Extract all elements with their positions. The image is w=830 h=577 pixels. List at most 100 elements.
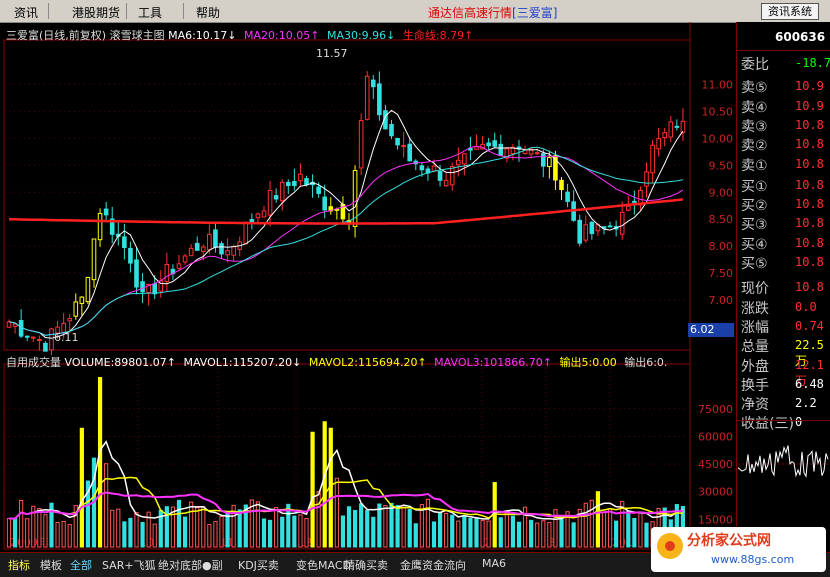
- volume-axis-tick: 30000: [698, 486, 733, 499]
- volume-axis-tick: 75000: [698, 403, 733, 416]
- quote-value: 0.0: [795, 299, 817, 314]
- quote-value: 10.9: [795, 79, 824, 94]
- quote-value: -18.71: [795, 56, 830, 70]
- price-axis-tick: 11.00: [702, 78, 734, 91]
- output6-value: 输出6:0.: [624, 356, 668, 369]
- ma30-value: MA30:9.96↓: [326, 29, 396, 42]
- watermark-logo: 分析家公式网 www.88gs.com: [651, 527, 826, 572]
- quote-row: 涨幅 0.74: [739, 317, 830, 336]
- stock-code: 600636: [775, 30, 826, 44]
- quote-value: 6.48: [795, 376, 824, 391]
- menu-item-tools[interactable]: 工具: [138, 4, 162, 21]
- quote-label: 涨跌: [741, 300, 769, 317]
- quote-label: 买④: [741, 236, 768, 253]
- quote-value: 10.8: [795, 216, 824, 231]
- ma20-value: MA20:10.05↑: [244, 29, 320, 42]
- quote-label: 卖②: [741, 138, 768, 155]
- watermark-url: www.88gs.com: [711, 553, 795, 566]
- quote-label: 买⑤: [741, 256, 768, 272]
- mavol1-value: MAVOL1:115207.20↓: [183, 356, 302, 369]
- volume-axis-tick: 60000: [698, 430, 733, 443]
- app-title: 通达信高速行情[三爱富]: [428, 6, 558, 20]
- quote-label: 换手: [741, 377, 769, 394]
- quote-row: 卖⑤ 10.9: [739, 77, 830, 96]
- low-price-label: 6.11: [54, 331, 79, 344]
- quote-row: 买④ 10.8: [739, 234, 830, 253]
- quote-label: 买③: [741, 217, 768, 234]
- site-logo-icon: [657, 533, 683, 559]
- panel-divider: [737, 420, 830, 421]
- quote-label: 净资: [741, 397, 769, 414]
- tab-indicator[interactable]: 精确买卖: [344, 557, 388, 573]
- volume-indicator-name: 自用成交量: [6, 356, 61, 369]
- price-axis-tick: 8.00: [709, 240, 734, 253]
- menu-separator: [48, 3, 49, 19]
- price-axis-tick: 7.50: [709, 267, 734, 280]
- menu-item-hk-futures[interactable]: 港股期货: [72, 4, 120, 21]
- price-axis-tick: 9.50: [709, 159, 734, 172]
- quote-row: 买② 10.8: [739, 195, 830, 214]
- panel-divider: [737, 50, 830, 51]
- quote-row: 现价 10.8: [739, 278, 830, 297]
- quote-row: 买① 10.8: [739, 176, 830, 195]
- tab-indicator[interactable]: 绝对底部●副: [158, 557, 223, 573]
- info-system-button[interactable]: 资讯系统: [761, 3, 819, 20]
- tab-indicator[interactable]: 变色MACD: [296, 557, 351, 573]
- quote-value: 10.8: [795, 255, 824, 269]
- tab-indicator[interactable]: SAR+飞狐: [102, 557, 156, 573]
- quote-value: 10.8: [795, 137, 824, 152]
- lifeline-value: 生命线:8.79↑: [402, 29, 474, 42]
- volume-chart-header: 自用成交量 VOLUME:89801.07↑ MAVOL1:115207.20↓…: [6, 354, 667, 370]
- output5-value: 输出5:0.00: [559, 356, 617, 369]
- quote-value: 10.8: [795, 197, 824, 212]
- quote-row: 涨跌 0.0: [739, 298, 830, 317]
- menu-bar: 资讯 港股期货 工具 帮助 通达信高速行情[三爱富] 资讯系统: [0, 0, 830, 23]
- quote-value: 2.2: [795, 396, 817, 411]
- menu-separator: [126, 3, 127, 19]
- mavol2-value: MAVOL2:115694.20↑: [308, 356, 427, 369]
- quote-row: 卖④ 10.9: [739, 97, 830, 116]
- quote-row: 委比 -18.71: [739, 54, 830, 73]
- quote-row: 买⑤ 10.8: [739, 253, 830, 272]
- quote-row: 总量 22.5万: [739, 336, 830, 368]
- quote-value: 10.8: [795, 280, 824, 295]
- price-axis-tick: 10.00: [702, 132, 734, 145]
- quote-row: 卖① 10.8: [739, 155, 830, 174]
- price-axis-tick: 7.00: [709, 294, 734, 307]
- main-chart-header: 三爱富(日线,前复权) 滚雪球主图 MA6:10.17↓ MA20:10.05↑…: [6, 27, 473, 43]
- quote-value: 10.8: [795, 156, 824, 171]
- quote-row: 净资 2.2: [739, 394, 830, 413]
- intraday-mini-chart[interactable]: [738, 424, 830, 524]
- quote-label: 卖⑤: [741, 80, 768, 97]
- quote-value: 0.74: [795, 318, 824, 333]
- menu-separator: [183, 3, 184, 19]
- price-axis-tick: 9.00: [709, 186, 734, 199]
- kline-chart-area[interactable]: 11.00 10.50 10.00 9.50 9.00 8.50 8.00 7.50 7.00 7…: [0, 22, 736, 552]
- mavol3-value: MAVOL3:101866.70↑: [434, 356, 553, 369]
- tab-indicator[interactable]: KDJ买卖: [238, 557, 279, 573]
- quote-row: 买③ 10.8: [739, 214, 830, 233]
- volume-value: VOLUME:89801.07↑: [64, 356, 176, 369]
- quote-label: 卖④: [741, 99, 768, 116]
- tab-indicator[interactable]: 指标: [8, 557, 30, 573]
- quote-label: 外盘: [741, 358, 769, 375]
- quote-label: 卖③: [741, 118, 768, 135]
- quote-row: 外盘 12.1万: [739, 356, 830, 388]
- current-price-marker: 6.02: [688, 323, 734, 337]
- chart-title: 三爱富(日线,前复权) 滚雪球主图: [6, 29, 165, 42]
- quote-row: 换手 6.48: [739, 375, 830, 394]
- quote-value: 10.9: [795, 98, 824, 113]
- quote-label: 现价: [741, 281, 769, 298]
- quote-label: 卖①: [741, 157, 768, 174]
- tab-indicator[interactable]: 模板: [40, 557, 62, 573]
- tab-indicator[interactable]: MA6: [482, 557, 506, 570]
- quote-label: 委比: [741, 57, 769, 73]
- quote-value: 10.8: [795, 177, 824, 192]
- menu-item-info[interactable]: 资讯: [14, 4, 38, 21]
- quote-label: 总量: [741, 339, 769, 356]
- tab-indicator[interactable]: 全部: [70, 557, 92, 573]
- price-axis-tick: 8.50: [709, 213, 734, 226]
- quote-label: 买②: [741, 198, 768, 215]
- tab-indicator[interactable]: 金鹰资金流向: [400, 557, 466, 573]
- menu-item-help[interactable]: 帮助: [196, 4, 220, 21]
